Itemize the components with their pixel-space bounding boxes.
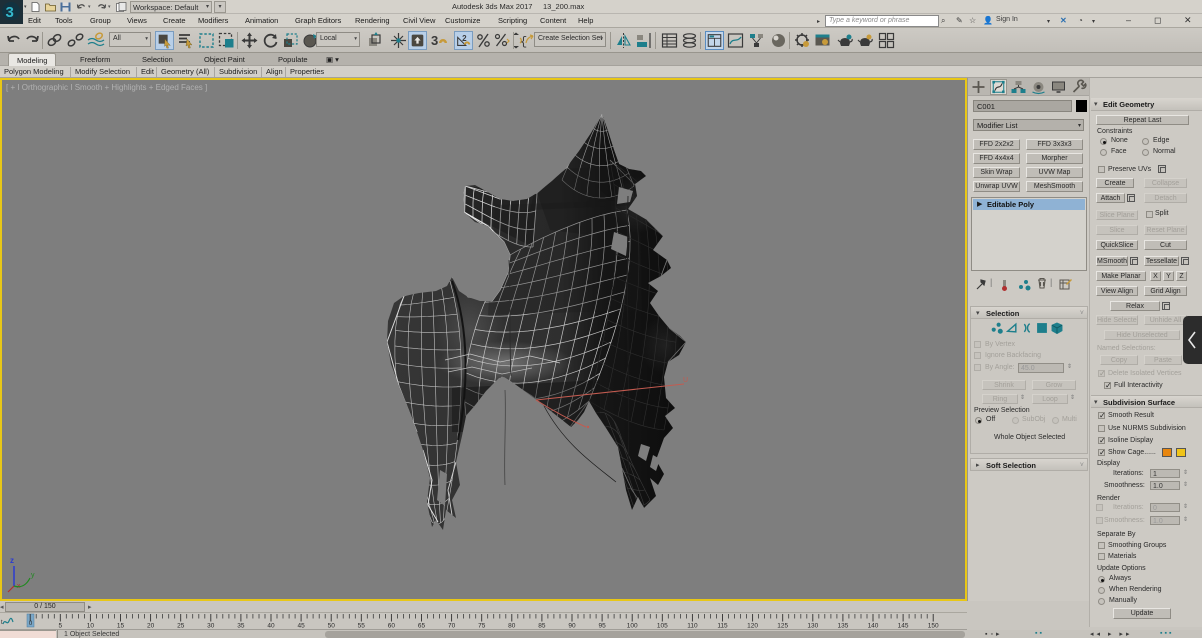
svg-text:5: 5 [58,623,62,630]
svg-text:150: 150 [928,623,939,630]
svg-text:115: 115 [717,623,728,630]
svg-text:145: 145 [898,623,909,630]
svg-text:50: 50 [328,623,336,630]
svg-text:80: 80 [508,623,516,630]
svg-text:85: 85 [538,623,546,630]
svg-text:105: 105 [657,623,668,630]
svg-text:65: 65 [418,623,426,630]
svg-text:45: 45 [297,623,305,630]
svg-text:20: 20 [147,623,155,630]
svg-text:120: 120 [747,623,758,630]
svg-text:135: 135 [837,623,848,630]
svg-text:t: t [1,620,3,626]
svg-text:3: 3 [6,4,14,21]
svg-text:3: 3 [431,33,438,48]
svg-text:25: 25 [177,623,185,630]
svg-text:z: z [10,556,14,565]
svg-text:75: 75 [478,623,486,630]
svg-text:10: 10 [87,623,95,630]
svg-text:30: 30 [207,623,215,630]
svg-text:55: 55 [358,623,366,630]
svg-text:130: 130 [807,623,818,630]
svg-text:60: 60 [388,623,396,630]
svg-text:70: 70 [448,623,456,630]
svg-text:40: 40 [267,623,275,630]
svg-text:U: U [683,377,688,384]
svg-text:125: 125 [777,623,788,630]
svg-text:95: 95 [598,623,606,630]
svg-text:y: y [31,572,35,579]
svg-text:35: 35 [237,623,245,630]
svg-text:90: 90 [568,623,576,630]
svg-text:100: 100 [627,623,638,630]
svg-text:15: 15 [117,623,125,630]
svg-text:110: 110 [687,623,698,630]
svg-text:140: 140 [868,623,879,630]
